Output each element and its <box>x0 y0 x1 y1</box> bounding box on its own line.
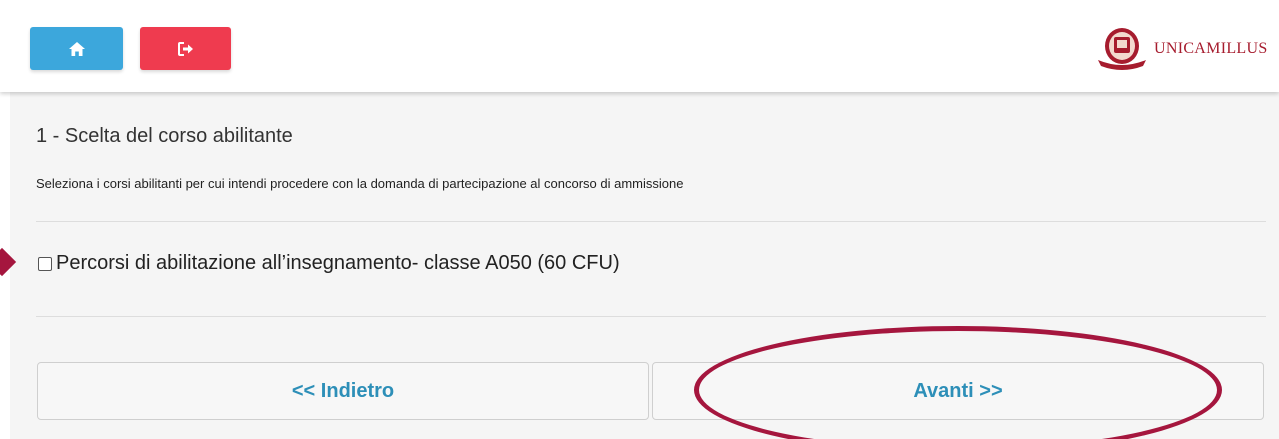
top-bar: UNICAMILLUS <box>0 0 1279 92</box>
home-icon <box>68 41 85 56</box>
course-option-a050[interactable]: Percorsi di abilitazione all’insegnament… <box>38 252 620 275</box>
divider-top <box>36 221 1266 222</box>
course-checkbox[interactable] <box>38 256 52 271</box>
next-button[interactable]: Avanti >> <box>652 362 1264 420</box>
step-title: 1 - Scelta del corso abilitante <box>36 125 293 147</box>
divider-bottom <box>36 316 1266 317</box>
logo-text: UNICAMILLUS <box>1154 40 1268 57</box>
home-button[interactable] <box>30 27 123 70</box>
sign-out-icon <box>177 41 193 56</box>
unicamillus-logo[interactable]: UNICAMILLUS <box>1094 26 1269 72</box>
back-button[interactable]: << Indietro <box>37 362 649 420</box>
logout-button[interactable] <box>140 27 231 70</box>
logo-emblem-icon <box>1098 28 1146 70</box>
course-label: Percorsi di abilitazione all’insegnament… <box>56 252 620 274</box>
step-instruction: Seleziona i corsi abilitanti per cui int… <box>36 176 684 191</box>
